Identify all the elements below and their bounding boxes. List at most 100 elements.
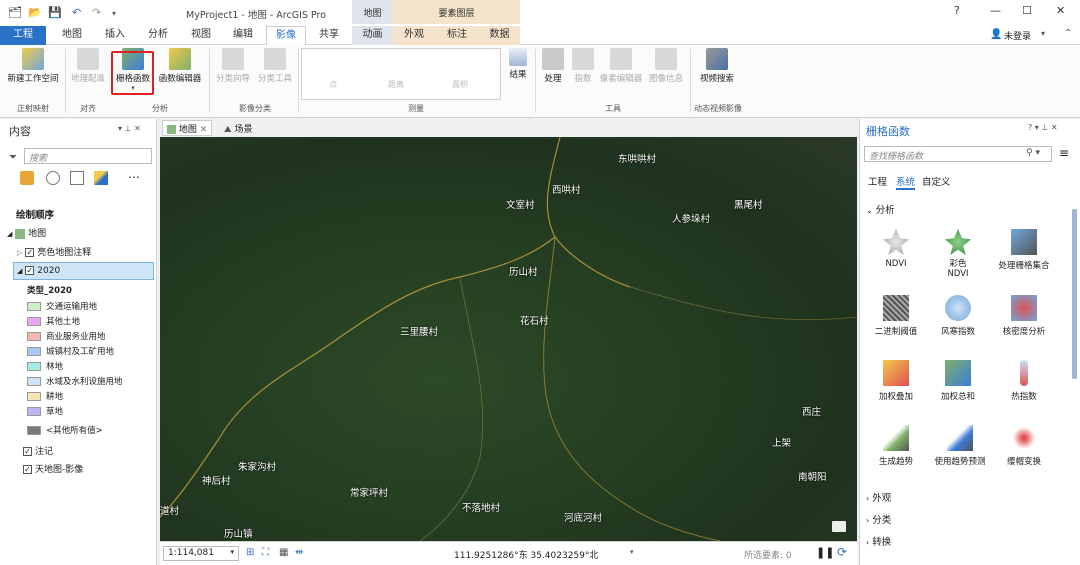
layer-basemap-labels[interactable]: ▷ ✓ 亮色地图注释 [17,245,91,258]
classify-tools-icon [264,48,286,70]
process-button[interactable]: 处理 [538,48,568,84]
tab-labeling[interactable]: 标注 [435,26,479,45]
tab-project[interactable]: 工程 [0,26,46,45]
more-views-icon[interactable]: ⋯ [128,170,140,184]
draw-order-view-icon[interactable] [20,171,34,185]
swipe-icon[interactable]: ⇹ [295,547,303,558]
layer-checkbox[interactable]: ✓ [23,465,32,474]
view-tab-scene[interactable]: ⛰ 场景 [220,121,256,137]
maximize-button[interactable]: ☐ [1022,4,1032,17]
tab-map[interactable]: 地图 [52,26,92,45]
tab-project[interactable]: 工程 [868,174,887,188]
view-tab-map[interactable]: 地图 ✕ [162,120,213,136]
collapse-ribbon-icon[interactable]: ⌃ [1064,28,1072,39]
help-button[interactable]: ? [954,4,960,17]
tab-view[interactable]: 视图 [182,26,220,45]
function-color-ndvi[interactable]: 彩色 NDVI [928,229,988,279]
account-label[interactable]: 未登录 [1004,29,1031,42]
tab-insert[interactable]: 插入 [96,26,134,45]
classify-wizard-button[interactable]: 分类向导 [213,48,253,84]
coordinates-chevron-icon[interactable]: ▾ [630,548,634,556]
layer-annotation[interactable]: ✓ 注记 [23,444,53,457]
filter-icon[interactable]: ⏷ [9,152,17,163]
tab-analysis[interactable]: 分析 [138,26,178,45]
tab-data[interactable]: 数据 [479,26,520,45]
classify-tools-button[interactable]: 分类工具 [256,48,294,84]
tab-imagery[interactable]: 影像 [266,26,306,45]
tab-system[interactable]: 系统 [896,174,916,190]
layer-checkbox[interactable]: ✓ [25,248,35,257]
pane-options-icon[interactable]: ▾ ⊥ ✕ [118,124,141,133]
measure-point[interactable]: 点 [329,79,337,90]
video-search-button[interactable]: 视频搜索 [694,48,740,84]
group-label-ortho: 正射映射 [17,104,49,113]
function-heat-index[interactable]: 热指数 [990,360,1058,402]
map-notes-icon[interactable] [832,521,846,532]
function-editor-button[interactable]: 函数编辑器 [157,48,203,84]
scale-selector[interactable]: 1:114,081 ▾ [163,546,239,561]
georeference-button[interactable]: 地理配准 [68,48,108,84]
tab-share[interactable]: 共享 [310,26,348,45]
section-conversion[interactable]: › 转换 [866,534,891,548]
layer-checkbox[interactable]: ✓ [25,266,35,275]
grid-icon[interactable]: ▦ [279,547,288,558]
tab-edit[interactable]: 编辑 [224,26,262,45]
tab-appearance[interactable]: 外观 [393,26,435,45]
redo-icon[interactable]: ↷ [92,6,101,19]
selection-view-icon[interactable] [70,171,84,185]
new-workspace-button[interactable]: 新建工作空间 [4,48,62,84]
function-weighted-overlay[interactable]: 加权叠加 [866,360,926,402]
function-predict-using-trend[interactable]: 使用趋势预测 [926,425,994,467]
tab-custom[interactable]: 自定义 [922,174,951,188]
layer-label: 注记 [35,447,54,457]
section-appearance[interactable]: › 外观 [866,490,891,504]
raster-function-search-input[interactable]: 查找栅格函数 [864,146,1052,162]
section-classification[interactable]: › 分类 [866,512,891,526]
source-view-icon[interactable] [46,171,60,185]
open-icon[interactable]: 📂 [28,6,42,19]
contents-search-input[interactable]: 搜索 [24,148,152,164]
full-extent-icon[interactable]: ⛶ [262,547,269,558]
function-generate-trend[interactable]: 生成趋势 [866,425,926,467]
map-canvas[interactable]: 东哄哄村 西哄村 文室村 人参垛村 黑尾村 历山村 三里腰村 花石村 西庄 上架… [160,137,857,541]
quick-access-chevron-icon[interactable]: ▾ [112,9,116,18]
function-ndvi[interactable]: NDVI [866,229,926,269]
measure-area[interactable]: 面积 [452,79,468,90]
pause-drawing-icon[interactable]: ❚❚ [816,546,834,559]
layer-checkbox[interactable]: ✓ [23,447,32,456]
function-process-raster-collection[interactable]: 处理栅格集合 [990,229,1058,271]
save-icon[interactable]: 💾 [48,6,62,19]
indices-button[interactable]: 指数 [570,48,596,84]
menu-icon[interactable]: ≡ [1059,146,1069,160]
account-chevron-icon[interactable]: ▾ [1041,29,1045,38]
layer-tianditu[interactable]: ✓ 天地图-影像 [23,462,83,475]
measure-distance[interactable]: 距离 [388,79,404,90]
refresh-icon[interactable]: ⟳ [837,545,847,559]
function-weighted-sum[interactable]: 加权总和 [928,360,988,402]
close-button[interactable]: ✕ [1056,4,1065,17]
pixel-editor-button[interactable]: 像素编辑器 [598,48,644,84]
function-kernel-density[interactable]: 核密度分析 [990,295,1058,337]
undo-icon[interactable]: ↶ [72,6,81,19]
function-tasseled-cap[interactable]: 缨帽变换 [990,425,1058,467]
layer-2020[interactable]: ◢ ✓ 2020 [13,262,154,280]
group-separator [209,49,210,113]
function-wind-chill[interactable]: 风寒指数 [928,295,988,337]
pane-options-icon[interactable]: ? ▾ ⊥ ✕ [1028,123,1058,132]
group-separator [535,49,536,113]
view-tab-map-label: 地图 [178,125,197,135]
function-binary-threshold[interactable]: 二进制阈值 [866,295,926,337]
fixed-zoom-icon[interactable]: ⊞ [246,547,254,558]
search-icon[interactable]: ⚲ ▾ [1026,148,1040,158]
measure-gallery[interactable]: 点 距离 面积 [301,48,501,100]
panel-scrollbar[interactable] [1072,209,1077,379]
legend-item: 其他土地 [27,315,80,327]
editing-view-icon[interactable] [94,171,108,185]
minimize-button[interactable]: — [990,4,1001,17]
close-tab-icon[interactable]: ✕ [200,125,208,135]
section-analysis[interactable]: ⌄ 分析 [866,202,895,216]
image-info-button[interactable]: 图像信息 [646,48,686,84]
tab-animation[interactable]: 动画 [352,26,393,45]
results-button[interactable]: 结果 [505,48,531,80]
map-node[interactable]: ◢ 地图 [7,226,46,239]
